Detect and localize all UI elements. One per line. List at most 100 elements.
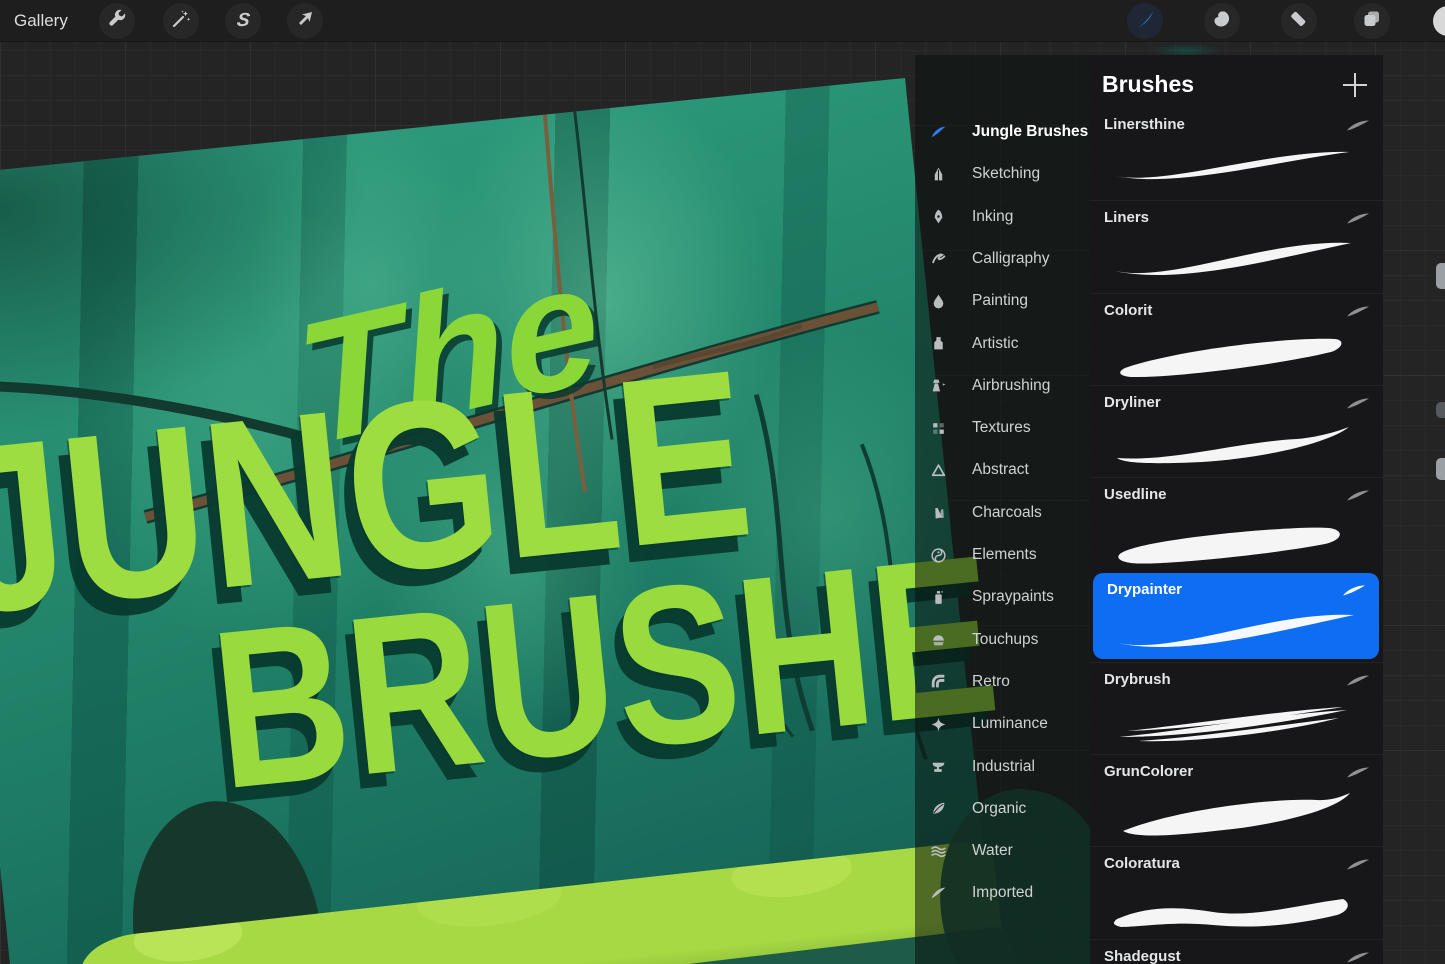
brush-stroke-preview [1106, 785, 1358, 843]
category-item-elements[interactable]: Elements [915, 535, 1090, 575]
sidebar-modify-handle[interactable] [1436, 402, 1445, 418]
category-label: Textures [972, 419, 1031, 437]
brush-row-drybrush[interactable]: Drybrush [1090, 662, 1383, 754]
category-label: Abstract [972, 461, 1029, 479]
airbrush-icon [929, 377, 947, 395]
gallery-button[interactable]: Gallery [14, 0, 68, 42]
category-item-artistic[interactable]: Artistic [915, 324, 1090, 364]
category-item-jungle-brushes[interactable]: Jungle Brushes [915, 112, 1090, 152]
pen-nib-icon [929, 208, 947, 226]
charcoal-icon [929, 504, 947, 522]
category-label: Water [972, 842, 1013, 860]
brush-row-linersthine[interactable]: Linersthine [1090, 108, 1383, 200]
brush-stroke-icon [1346, 397, 1370, 410]
pencil-icon [929, 165, 947, 183]
active-color-swatch[interactable] [1433, 6, 1445, 36]
brush-stroke-preview [1106, 693, 1358, 751]
paint-brush-icon [1134, 8, 1156, 35]
brush-stroke-preview [1106, 416, 1358, 474]
brush-name: Usedline [1104, 486, 1167, 503]
brush-name: Liners [1104, 209, 1149, 226]
brush-stroke-preview [1106, 324, 1358, 382]
leaf-icon [929, 800, 947, 818]
category-item-sketching[interactable]: Sketching [915, 154, 1090, 194]
brush-stroke-preview [1106, 231, 1358, 289]
category-item-industrial[interactable]: Industrial [915, 747, 1090, 787]
category-item-spraypaints[interactable]: Spraypaints [915, 577, 1090, 617]
category-item-inking[interactable]: Inking [915, 197, 1090, 237]
category-item-calligraphy[interactable]: Calligraphy [915, 239, 1090, 279]
layers-icon [1361, 8, 1383, 35]
brush-row-liners[interactable]: Liners [1090, 200, 1383, 292]
add-brush-button[interactable] [1343, 73, 1367, 97]
category-item-airbrushing[interactable]: Airbrushing [915, 366, 1090, 406]
brush-row-gruncolorer[interactable]: GrunColorer [1090, 754, 1383, 846]
category-label: Imported [972, 884, 1033, 902]
category-item-textures[interactable]: Textures [915, 408, 1090, 448]
category-label: Retro [972, 673, 1010, 691]
brush-stroke-icon [1346, 212, 1370, 225]
sidebar-opacity-slider-handle[interactable] [1436, 458, 1445, 480]
panel-title: Brushes [1102, 71, 1194, 98]
brush-stroke-icon [1346, 489, 1370, 502]
category-item-organic[interactable]: Organic [915, 789, 1090, 829]
brush-name: Colorit [1104, 302, 1152, 319]
category-item-touchups[interactable]: Touchups [915, 620, 1090, 660]
brush-row-drypainter[interactable]: Drypainter [1093, 573, 1379, 659]
category-item-water[interactable]: Water [915, 831, 1090, 871]
category-label: Industrial [972, 758, 1035, 776]
selection-button[interactable]: S [225, 3, 261, 39]
brush-list: Brushes Linersthine Liners Colorit Dryliner… [1090, 55, 1383, 964]
brush-stroke-icon [1346, 858, 1370, 871]
brush-stroke-icon [1346, 674, 1370, 687]
adjustments-button[interactable] [163, 3, 199, 39]
category-label: Elements [972, 546, 1037, 564]
category-item-retro[interactable]: Retro [915, 662, 1090, 702]
category-label: Touchups [972, 631, 1038, 649]
category-item-luminance[interactable]: Luminance [915, 704, 1090, 744]
category-label: Charcoals [972, 504, 1042, 522]
brush-stroke-icon [1346, 766, 1370, 779]
eraser-tool-button[interactable] [1281, 3, 1317, 39]
brush-name: GrunColorer [1104, 763, 1193, 780]
transform-button[interactable] [287, 3, 323, 39]
brush-stroke-preview [1106, 138, 1358, 196]
waves-icon [929, 842, 947, 860]
eraser-icon [1288, 8, 1310, 35]
brush-stroke-icon [1346, 119, 1370, 132]
brush-row-coloratura[interactable]: Coloratura [1090, 846, 1383, 938]
top-toolbar: Gallery S [0, 0, 1445, 42]
category-item-imported[interactable]: Imported [915, 873, 1090, 913]
category-item-charcoals[interactable]: Charcoals [915, 493, 1090, 533]
brush-stroke-preview [1109, 603, 1361, 661]
paint-tool-button[interactable] [1127, 3, 1163, 39]
smudge-tool-button[interactable] [1204, 3, 1240, 39]
brush-row-colorit[interactable]: Colorit [1090, 293, 1383, 385]
actions-button[interactable] [99, 3, 135, 39]
layers-button[interactable] [1354, 3, 1390, 39]
yin-yang-icon [929, 546, 947, 564]
brush-name: Drypainter [1107, 581, 1182, 598]
brush-name: Linersthine [1104, 116, 1185, 133]
brush-row-shadegust[interactable]: Shadegust [1090, 939, 1383, 964]
brush-name: Shadegust [1104, 948, 1181, 964]
category-label: Artistic [972, 335, 1019, 353]
category-label: Luminance [972, 715, 1048, 733]
brush-stroke-icon [1346, 951, 1370, 964]
brush-row-dryliner[interactable]: Dryliner [1090, 385, 1383, 477]
water-drop-icon [929, 292, 947, 310]
category-item-abstract[interactable]: Abstract [915, 450, 1090, 490]
sidebar-size-slider-handle[interactable] [1436, 263, 1445, 289]
selection-s-icon: S [235, 10, 251, 32]
brush-stroke-preview [1106, 877, 1358, 935]
retro-arc-icon [929, 673, 947, 691]
ink-bottle-icon [929, 335, 947, 353]
drawing-canvas[interactable]: The JUNGLE BRUSHE [0, 78, 1006, 964]
category-label: Spraypaints [972, 588, 1054, 606]
brush-row-usedline[interactable]: Usedline [1090, 477, 1383, 569]
category-item-painting[interactable]: Painting [915, 281, 1090, 321]
brush-category-list: Jungle BrushesSketchingInkingCalligraphy… [915, 55, 1090, 964]
brush-name: Drybrush [1104, 671, 1171, 688]
squiggle-icon [929, 250, 947, 268]
checker-icon [929, 419, 947, 437]
